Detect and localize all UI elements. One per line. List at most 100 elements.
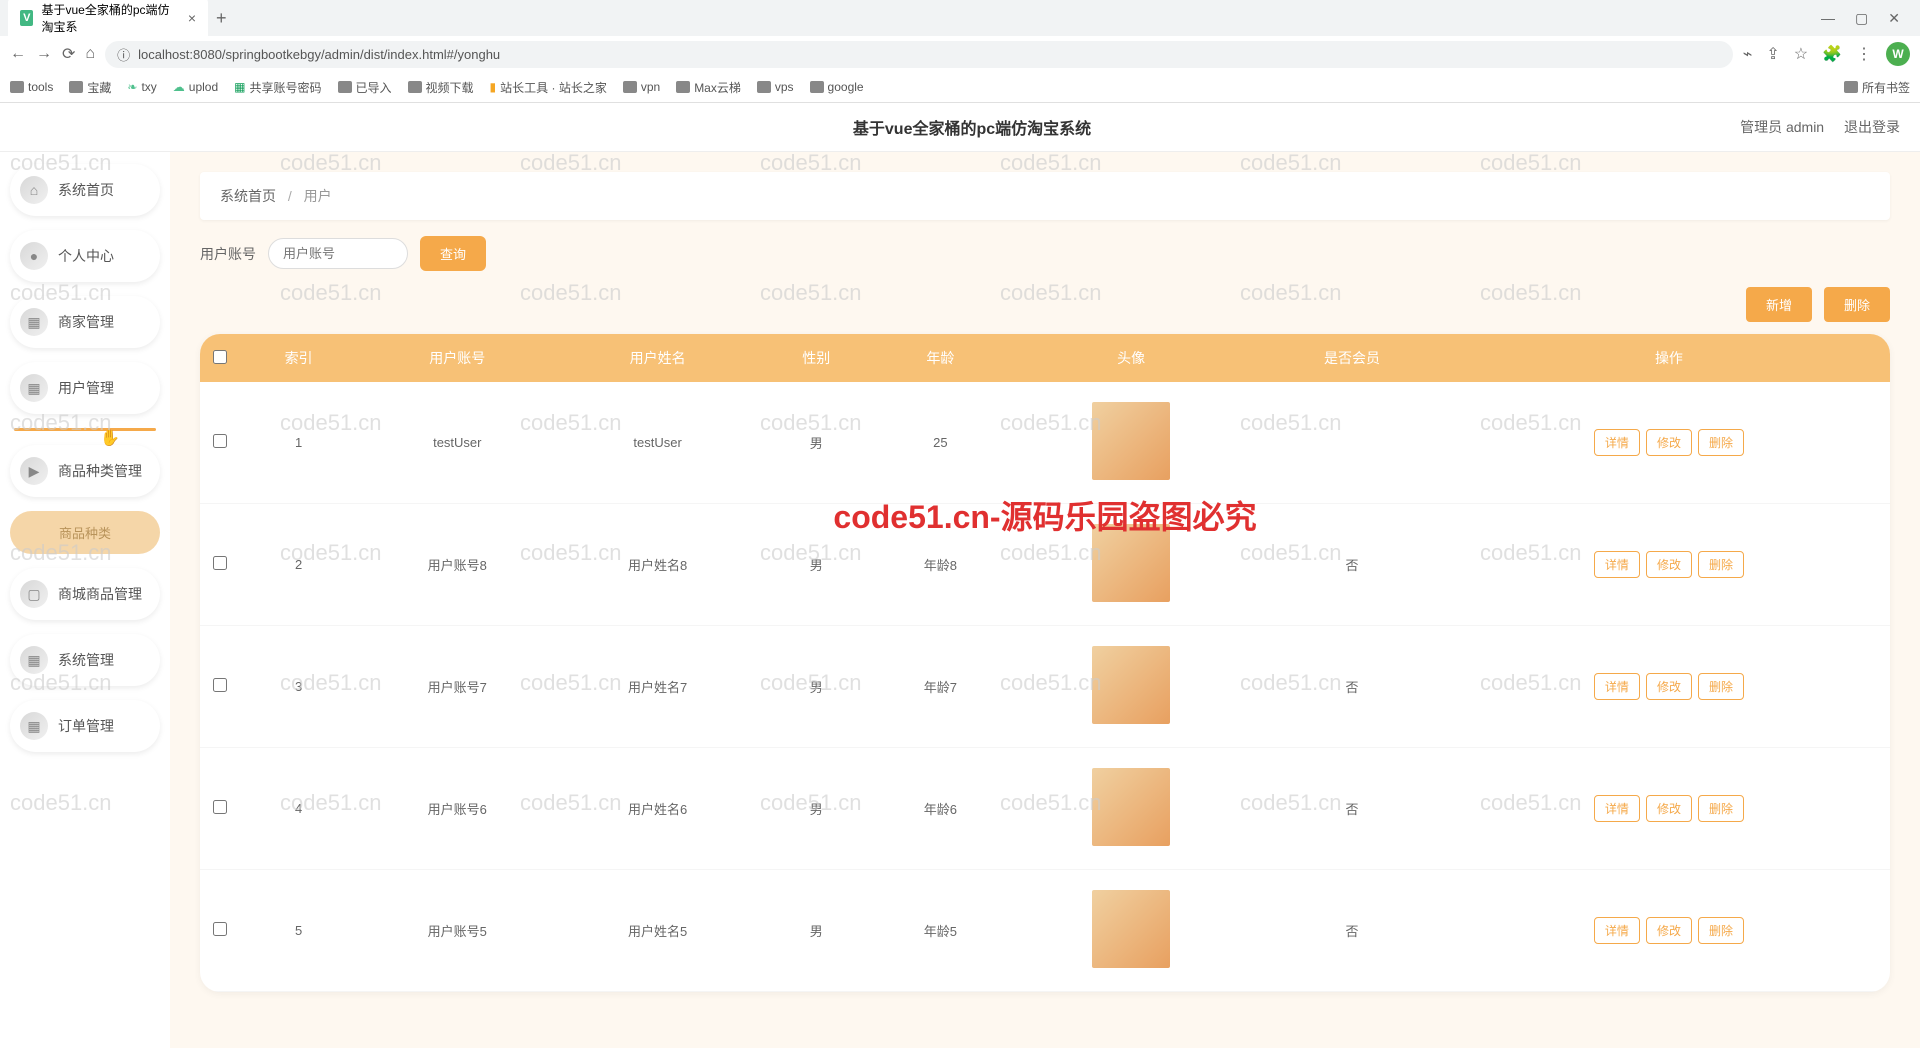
main-content: 系统首页 / 用户 用户账号 查询 新增 删除 索引 用户账号 用户姓名 (170, 152, 1920, 1048)
logout-link[interactable]: 退出登录 (1844, 119, 1900, 135)
breadcrumb-sep: / (288, 188, 292, 204)
bookmark-google[interactable]: google (810, 80, 864, 94)
menu-category-sub[interactable]: 商品种类 (10, 511, 160, 554)
col-member: 是否会员 (1256, 334, 1448, 382)
bookmark-webmaster[interactable]: ▮站长工具 · 站长之家 (490, 79, 607, 96)
new-tab-button[interactable]: + (216, 8, 227, 29)
action-bar: 新增 删除 (200, 287, 1890, 322)
row-delete-button[interactable]: 删除 (1698, 429, 1744, 456)
search-button[interactable]: 查询 (420, 236, 486, 271)
folder-icon (810, 81, 824, 93)
menu-system[interactable]: ▦系统管理 (10, 634, 160, 686)
minimize-icon[interactable]: — (1821, 10, 1835, 27)
menu-category-mgmt[interactable]: ▶商品种类管理 (10, 445, 160, 497)
cell-avatar (1006, 870, 1256, 992)
site-info-icon[interactable]: ⓘ (117, 45, 130, 64)
edit-button[interactable]: 修改 (1646, 795, 1692, 822)
detail-button[interactable]: 详情 (1594, 795, 1640, 822)
row-delete-button[interactable]: 删除 (1698, 795, 1744, 822)
edit-button[interactable]: 修改 (1646, 917, 1692, 944)
select-all-checkbox[interactable] (213, 350, 227, 364)
folder-icon (69, 81, 83, 93)
bookmark-star-icon[interactable]: ☆ (1794, 44, 1808, 64)
cell-gender: 男 (758, 626, 875, 748)
url-text: localhost:8080/springbootkebgy/admin/dis… (138, 47, 500, 62)
detail-button[interactable]: 详情 (1594, 551, 1640, 578)
close-window-icon[interactable]: ✕ (1888, 10, 1900, 27)
edit-button[interactable]: 修改 (1646, 551, 1692, 578)
share-icon[interactable]: ⇪ (1766, 44, 1779, 64)
reload-icon[interactable]: ⟳ (62, 44, 75, 64)
cell-member: 否 (1256, 626, 1448, 748)
cell-member: 否 (1256, 870, 1448, 992)
cell-account: 用户账号6 (357, 748, 557, 870)
edit-button[interactable]: 修改 (1646, 673, 1692, 700)
table-row: 1 testUser testUser 男 25 详情 修改 删除 (200, 382, 1890, 504)
row-checkbox[interactable] (213, 678, 227, 692)
bookmark-vps[interactable]: vps (757, 80, 794, 94)
bookmark-imported[interactable]: 已导入 (338, 79, 392, 96)
row-checkbox[interactable] (213, 556, 227, 570)
close-tab-icon[interactable]: × (188, 10, 196, 26)
cell-member: 否 (1256, 748, 1448, 870)
cell-avatar (1006, 504, 1256, 626)
user-table: 索引 用户账号 用户姓名 性别 年龄 头像 是否会员 操作 1 testUser… (200, 334, 1890, 992)
bookmark-all[interactable]: 所有书签 (1844, 79, 1910, 96)
back-icon[interactable]: ← (10, 45, 26, 63)
url-input[interactable]: ⓘ localhost:8080/springbootkebgy/admin/d… (105, 41, 1733, 68)
col-ops: 操作 (1448, 334, 1890, 382)
col-account: 用户账号 (357, 334, 557, 382)
delete-button[interactable]: 删除 (1824, 287, 1890, 322)
row-checkbox[interactable] (213, 434, 227, 448)
extensions-icon[interactable]: 🧩 (1822, 44, 1842, 64)
add-button[interactable]: 新增 (1746, 287, 1812, 322)
row-delete-button[interactable]: 删除 (1698, 551, 1744, 578)
sidebar: ⌂系统首页 ●个人中心 ▦商家管理 ▦用户管理 ▶商品种类管理 商品种类 ▢商城… (0, 152, 170, 1048)
bookmark-uplod[interactable]: ☁uplod (173, 80, 218, 94)
breadcrumb-home[interactable]: 系统首页 (220, 188, 276, 204)
row-checkbox[interactable] (213, 800, 227, 814)
bookmark-video-dl[interactable]: 视频下载 (408, 79, 474, 96)
detail-button[interactable]: 详情 (1594, 673, 1640, 700)
home-icon[interactable]: ⌂ (85, 45, 95, 63)
bookmark-vpn[interactable]: vpn (623, 80, 660, 94)
menu-home[interactable]: ⌂系统首页 (10, 164, 160, 216)
key-icon[interactable]: ⌁ (1743, 44, 1753, 64)
browser-tab[interactable]: V 基于vue全家桶的pc端仿淘宝系 × (8, 0, 208, 41)
cloud-icon: ☁ (173, 80, 185, 94)
table-row: 2 用户账号8 用户姓名8 男 年龄8 否 详情 修改 删除 (200, 504, 1890, 626)
cell-age: 25 (875, 382, 1006, 504)
menu-personal[interactable]: ●个人中心 (10, 230, 160, 282)
menu-user-mgmt[interactable]: ▦用户管理 (10, 362, 160, 414)
bookmark-tools[interactable]: tools (10, 80, 53, 94)
user-info: 管理员 admin 退出登录 (1724, 117, 1900, 137)
maximize-icon[interactable]: ▢ (1855, 10, 1868, 27)
forward-icon[interactable]: → (36, 45, 52, 63)
edit-button[interactable]: 修改 (1646, 429, 1692, 456)
bookmark-max[interactable]: Max云梯 (676, 79, 741, 96)
row-delete-button[interactable]: 删除 (1698, 917, 1744, 944)
cell-account: 用户账号5 (357, 870, 557, 992)
bookmark-treasure[interactable]: 宝藏 (69, 79, 111, 96)
menu-merchant[interactable]: ▦商家管理 (10, 296, 160, 348)
search-label: 用户账号 (200, 244, 256, 264)
search-input[interactable] (268, 238, 408, 269)
home-icon: ⌂ (20, 176, 48, 204)
bookmark-txy[interactable]: ❧txy (127, 80, 156, 94)
bookmark-share-pwd[interactable]: ▦共享账号密码 (234, 79, 321, 96)
row-checkbox[interactable] (213, 922, 227, 936)
profile-avatar[interactable]: W (1886, 42, 1910, 66)
detail-button[interactable]: 详情 (1594, 429, 1640, 456)
cell-age: 年龄5 (875, 870, 1006, 992)
menu-icon[interactable]: ⋮ (1856, 44, 1872, 64)
search-bar: 用户账号 查询 (200, 236, 1890, 271)
row-delete-button[interactable]: 删除 (1698, 673, 1744, 700)
detail-button[interactable]: 详情 (1594, 917, 1640, 944)
cell-age: 年龄6 (875, 748, 1006, 870)
menu-product-mgmt[interactable]: ▢商城商品管理 (10, 568, 160, 620)
cell-name: 用户姓名6 (557, 748, 757, 870)
table-container: 索引 用户账号 用户姓名 性别 年龄 头像 是否会员 操作 1 testUser… (200, 334, 1890, 992)
cell-age: 年龄7 (875, 626, 1006, 748)
col-name: 用户姓名 (557, 334, 757, 382)
menu-orders[interactable]: ▦订单管理 (10, 700, 160, 752)
